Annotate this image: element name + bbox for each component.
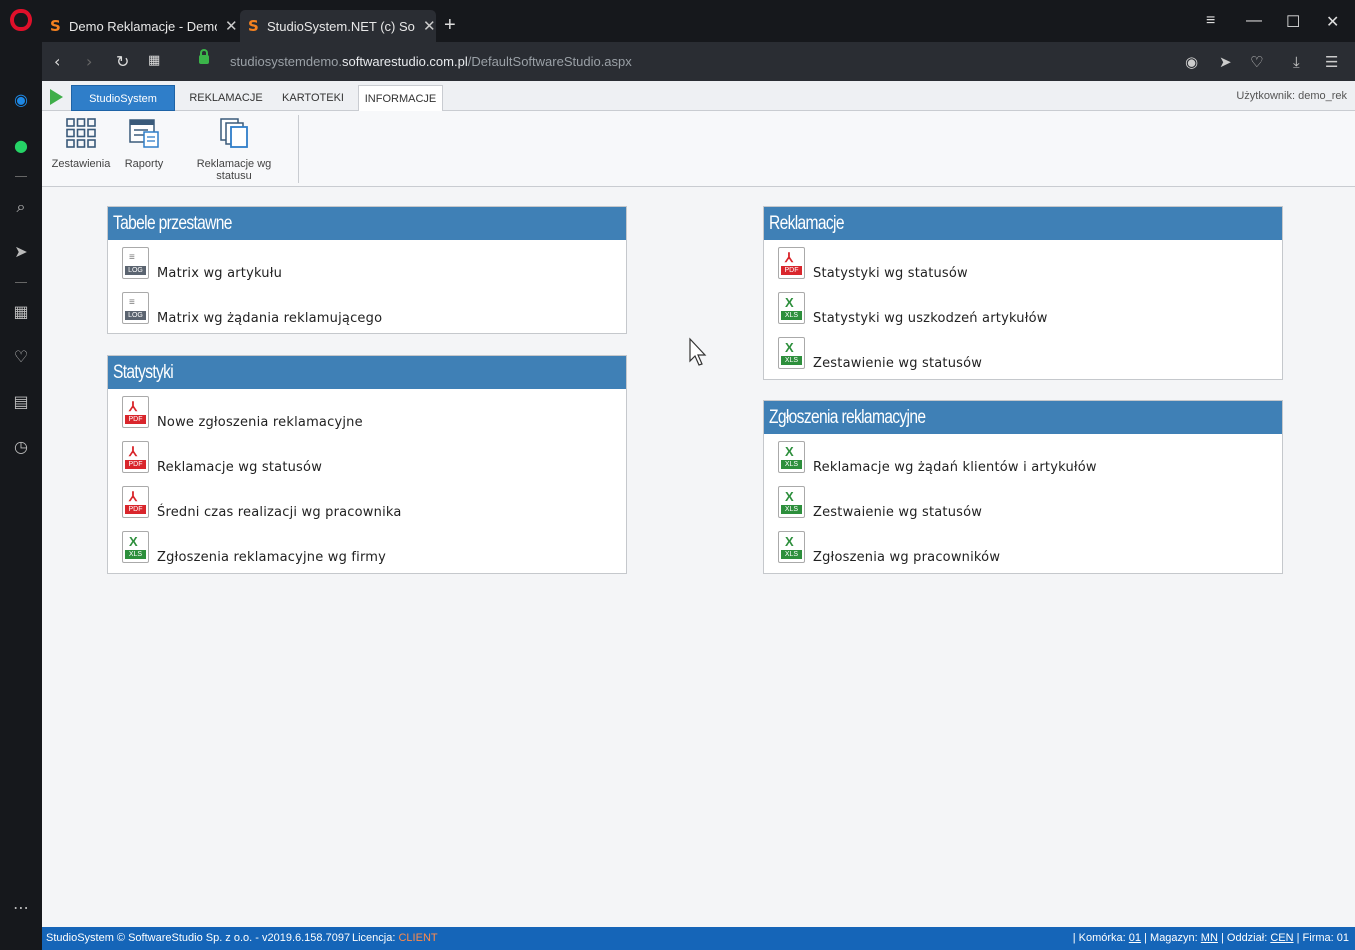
xls-file-icon: X XLS xyxy=(778,486,805,518)
magazyn-link[interactable]: MN xyxy=(1201,932,1218,944)
new-tab-icon[interactable]: + xyxy=(444,14,456,37)
speed-dial-icon[interactable]: ▦ xyxy=(11,302,31,322)
report-icon xyxy=(129,119,159,148)
panel-zgloszenia-reklamacyjne: Zgłoszenia reklamacyjne X XLS Reklamacje … xyxy=(763,400,1283,574)
menu-tab-kartoteki[interactable]: KARTOTEKI xyxy=(276,85,350,111)
tab-close-icon[interactable]: ✕ xyxy=(225,17,238,35)
panel-reklamacje: Reklamacje ⅄ PDF Statystyki wg statusów X… xyxy=(763,206,1283,380)
mouse-cursor-icon xyxy=(689,337,707,366)
menu-bar: StudioSystem REKLAMACJE KARTOTEKI INFORM… xyxy=(42,81,1355,112)
report-link-zgloszenia-firmy[interactable]: X XLS Zgłoszenia reklamacyjne wg firmy xyxy=(122,531,602,571)
secure-lock-icon[interactable] xyxy=(199,49,209,64)
report-link-statystyki-uszkodzen[interactable]: X XLS Statystyki wg uszkodzeń artykułów xyxy=(778,292,1258,332)
tab-title: StudioSystem.NET (c) Software xyxy=(267,18,415,34)
status-bar: StudioSystem © SoftwareStudio Sp. z o.o.… xyxy=(42,927,1355,950)
documents-icon xyxy=(220,118,248,148)
report-link-sredni-czas[interactable]: ⅄ PDF Średni czas realizacji wg pracownik… xyxy=(122,486,602,526)
xls-file-icon: X XLS xyxy=(778,441,805,473)
browser-tab-demo[interactable]: S Demo Reklamacje - Demo ✕ xyxy=(42,10,238,42)
license-info: Licencja: CLIENT xyxy=(352,932,438,944)
report-link-matrix-zadania[interactable]: ≡ LOG Matrix wg żądania reklamującego xyxy=(122,292,602,332)
opera-logo-icon[interactable] xyxy=(10,9,32,31)
raporty-button[interactable]: Raporty xyxy=(122,117,166,170)
xls-file-icon: X XLS xyxy=(778,292,805,324)
zestawienia-label: Zestawienia xyxy=(51,158,111,170)
tab-close-icon[interactable]: ✕ xyxy=(423,17,436,35)
maximize-icon[interactable]: ☐ xyxy=(1286,12,1300,32)
reklamacje-wg-statusu-label: Reklamacje wg statusu xyxy=(196,158,272,182)
address-bar: ‹ › ↻ ▦ studiosystemdemo.softwarestudio.… xyxy=(42,42,1355,81)
bookmarks-heart-icon[interactable]: ♡ xyxy=(11,347,31,367)
xls-file-icon: X XLS xyxy=(122,531,149,563)
heart-icon[interactable]: ♡ xyxy=(1250,53,1263,71)
xls-file-icon: X XLS xyxy=(778,531,805,563)
xls-file-icon: X XLS xyxy=(778,337,805,369)
send-icon[interactable]: ➤ xyxy=(11,242,31,262)
panel-statystyki: Statystyki ⅄ PDF Nowe zgłoszenia reklamac… xyxy=(107,355,627,574)
minimize-icon[interactable]: — xyxy=(1246,12,1262,30)
panel-tabele-przestawne: Tabele przestawne ≡ LOG Matrix wg artykuł… xyxy=(107,206,627,334)
pdf-file-icon: ⅄ PDF xyxy=(122,486,149,518)
copyright-text: StudioSystem © SoftwareStudio Sp. z o.o.… xyxy=(46,932,351,944)
site-favicon-icon: S xyxy=(50,17,61,35)
report-link-matrix-artykulu[interactable]: ≡ LOG Matrix wg artykułu xyxy=(122,247,602,287)
komorka-link[interactable]: 01 xyxy=(1129,932,1141,944)
sidebar-divider xyxy=(15,176,27,177)
search-icon[interactable]: ⌕ xyxy=(11,197,31,217)
ribbon-toolbar: Zestawienia Raporty Reklamacje wg status… xyxy=(42,111,1355,187)
easy-setup-icon[interactable]: ☰ xyxy=(1325,53,1338,71)
report-link-zadan-klientow[interactable]: X XLS Reklamacje wg żądań klientów i arty… xyxy=(778,441,1258,481)
reload-icon[interactable]: ↻ xyxy=(116,52,129,71)
grid-icon xyxy=(66,118,96,148)
site-favicon-icon: S xyxy=(248,17,259,35)
speed-dial-icon[interactable]: ▦ xyxy=(148,53,160,68)
report-link-reklamacje-statusow[interactable]: ⅄ PDF Reklamacje wg statusów xyxy=(122,441,602,481)
context-info: | Komórka: 01 | Magazyn: MN | Oddział: C… xyxy=(1072,932,1349,944)
report-link-zestwaienie-statusow[interactable]: X XLS Zestwaienie wg statusów xyxy=(778,486,1258,526)
browser-tab-studiosystem[interactable]: S StudioSystem.NET (c) Software ✕ xyxy=(240,10,436,42)
panel-title: Statystyki xyxy=(108,356,626,389)
report-link-zestawienie-statusow[interactable]: X XLS Zestawienie wg statusów xyxy=(778,337,1258,377)
whatsapp-icon[interactable]: ● xyxy=(11,136,31,156)
close-window-icon[interactable]: ✕ xyxy=(1326,12,1339,32)
url-field[interactable]: studiosystemdemo.softwarestudio.com.pl/D… xyxy=(230,54,632,69)
messenger-icon[interactable]: ◉ xyxy=(11,90,31,110)
play-icon[interactable] xyxy=(50,89,63,105)
panel-title: Zgłoszenia reklamacyjne xyxy=(764,401,1282,434)
download-icon[interactable]: ⤓ xyxy=(1293,53,1300,71)
log-file-icon: ≡ LOG xyxy=(122,247,149,279)
report-link-nowe-zgloszenia[interactable]: ⅄ PDF Nowe zgłoszenia reklamacyjne xyxy=(122,396,602,436)
more-icon[interactable]: ⋯ xyxy=(11,898,31,918)
raporty-label: Raporty xyxy=(124,158,164,170)
news-icon[interactable]: ▤ xyxy=(11,392,31,412)
ribbon-divider xyxy=(298,115,299,183)
report-link-statystyki-statusow[interactable]: ⅄ PDF Statystyki wg statusów xyxy=(778,247,1258,287)
browser-sidebar: ◉ ● ⌕ ➤ ▦ ♡ ▤ ◷ ⋯ xyxy=(0,42,42,950)
pdf-file-icon: ⅄ PDF xyxy=(122,441,149,473)
history-clock-icon[interactable]: ◷ xyxy=(11,437,31,457)
browser-titlebar: S Demo Reklamacje - Demo ✕ S StudioSyste… xyxy=(0,0,1355,42)
panel-title: Reklamacje xyxy=(764,207,1282,240)
pdf-file-icon: ⅄ PDF xyxy=(122,396,149,428)
oddzial-link[interactable]: CEN xyxy=(1270,932,1293,944)
pdf-file-icon: ⅄ PDF xyxy=(778,247,805,279)
menu-tab-informacje[interactable]: INFORMACJE xyxy=(358,85,443,112)
panel-title: Tabele przestawne xyxy=(108,207,626,240)
sidebar-divider xyxy=(15,282,27,283)
current-user: Użytkownik: demo_rek xyxy=(1236,90,1347,102)
back-icon[interactable]: ‹ xyxy=(54,52,60,71)
menu-tab-studiosystem[interactable]: StudioSystem xyxy=(71,85,175,111)
tab-menu-icon[interactable]: ≡ xyxy=(1206,12,1215,30)
forward-icon[interactable]: › xyxy=(86,52,92,71)
report-link-zgloszenia-pracownikow[interactable]: X XLS Zgłoszenia wg pracowników xyxy=(778,531,1258,571)
app-page: StudioSystem REKLAMACJE KARTOTEKI INFORM… xyxy=(42,81,1355,950)
tab-title: Demo Reklamacje - Demo xyxy=(69,18,217,34)
reklamacje-wg-statusu-button[interactable]: Reklamacje wg statusu xyxy=(178,117,290,182)
menu-tab-reklamacje[interactable]: REKLAMACJE xyxy=(186,85,266,111)
snapshot-icon[interactable]: ◉ xyxy=(1185,53,1198,71)
zestawienia-button[interactable]: Zestawienia xyxy=(51,117,111,170)
log-file-icon: ≡ LOG xyxy=(122,292,149,324)
send-icon[interactable]: ➤ xyxy=(1219,53,1232,71)
